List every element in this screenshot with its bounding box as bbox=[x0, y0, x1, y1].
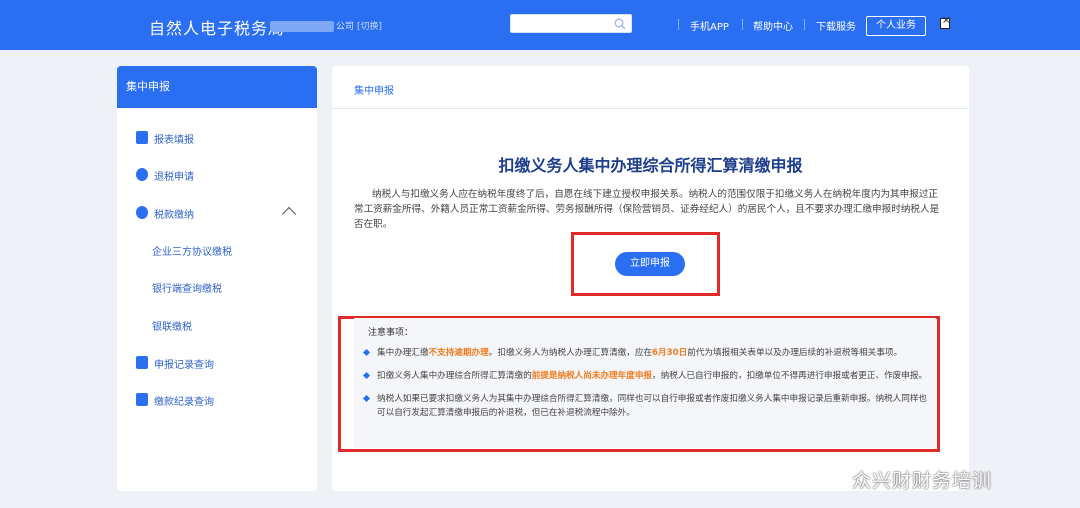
payment-record-icon bbox=[136, 393, 148, 406]
nav-divider bbox=[742, 19, 743, 30]
top-bar: 自然人电子税务局 公司 [切换] 手机APP 帮助中心 下载服务 个人业务 bbox=[0, 0, 1080, 50]
intro-text: 纳税人与扣缴义务人应在纳税年度终了后，自愿在线下建立授权申报关系。纳税人的范围仅… bbox=[354, 189, 940, 230]
payment-icon bbox=[136, 206, 148, 219]
company-name: 公司 [切换] bbox=[270, 19, 382, 32]
sidebar-item-form-filing[interactable]: 报表填报 bbox=[117, 128, 317, 148]
apply-now-button[interactable]: 立即申报 bbox=[615, 252, 685, 276]
switch-company-link[interactable]: [切换] bbox=[357, 22, 382, 32]
notes-panel: 注意事项： 集中办理汇缴不支持逾期办理。扣缴义务人为纳税人办理汇算清缴，应在6月… bbox=[354, 318, 936, 448]
bullet-icon bbox=[362, 371, 371, 380]
sidebar-item-label: 退税申请 bbox=[154, 172, 194, 183]
chevron-up-icon[interactable] bbox=[281, 206, 297, 222]
sidebar-subitem-unionpay[interactable]: 银联缴税 bbox=[152, 318, 192, 333]
sidebar-item-label: 申报记录查询 bbox=[154, 360, 214, 371]
redacted-company-name bbox=[270, 21, 334, 32]
note-item: 纳税人如果已要求扣缴义务人为其集中办理综合所得汇算清缴，同样也可以自行申报或者作… bbox=[362, 392, 934, 420]
search-input[interactable] bbox=[510, 14, 632, 33]
nav-help-center[interactable]: 帮助中心 bbox=[753, 18, 793, 33]
sidebar-subitem-bank-query[interactable]: 银行端查询缴税 bbox=[152, 280, 222, 295]
main-panel: 集中申报 扣缴义务人集中办理综合所得汇算清缴申报 纳税人与扣缴义务人应在纳税年度… bbox=[332, 66, 969, 491]
highlight-text: 不支持逾期办理 bbox=[428, 348, 489, 358]
weibo-logo-icon bbox=[822, 472, 847, 490]
sidebar-item-tax-payment[interactable]: 税款缴纳 bbox=[117, 203, 317, 223]
bullet-icon bbox=[362, 348, 371, 357]
nav-download[interactable]: 下载服务 bbox=[816, 18, 856, 33]
nav-divider bbox=[678, 19, 679, 30]
watermark-text: 众兴财财务培训 bbox=[852, 470, 993, 492]
highlight-text: 6月30日 bbox=[652, 348, 688, 358]
refund-icon bbox=[136, 168, 148, 181]
form-icon bbox=[136, 131, 148, 144]
logout-icon[interactable] bbox=[940, 15, 950, 29]
breadcrumb[interactable]: 集中申报 bbox=[354, 82, 394, 97]
sidebar: 集中申报 报表填报 退税申请 税款缴纳 企业三方协议缴税 银行端查询缴税 银联缴… bbox=[117, 66, 317, 491]
nav-divider bbox=[804, 19, 805, 30]
search-icon[interactable] bbox=[614, 18, 626, 30]
sidebar-heading[interactable]: 集中申报 bbox=[117, 66, 317, 108]
page-title: 扣缴义务人集中办理综合所得汇算清缴申报 bbox=[498, 156, 803, 175]
highlight-text: 前提是纳税人尚未办理年度申报 bbox=[531, 371, 653, 381]
sidebar-item-label: 缴款纪录查询 bbox=[154, 397, 214, 408]
note-item: 扣缴义务人集中办理综合所得汇算清缴的前提是纳税人尚未办理年度申报，纳税人已自行申… bbox=[362, 369, 934, 383]
notes-title: 注意事项： bbox=[368, 328, 414, 338]
note-item: 集中办理汇缴不支持逾期办理。扣缴义务人为纳税人办理汇算清缴，应在6月30日前代为… bbox=[362, 346, 934, 360]
sidebar-item-filing-records[interactable]: 申报记录查询 bbox=[117, 353, 317, 373]
record-search-icon bbox=[136, 356, 148, 369]
nav-mobile-app[interactable]: 手机APP bbox=[690, 18, 729, 33]
brand-title: 自然人电子税务局 bbox=[149, 19, 286, 38]
divider bbox=[332, 108, 969, 109]
sidebar-item-label: 报表填报 bbox=[154, 135, 194, 146]
sidebar-item-refund[interactable]: 退税申请 bbox=[117, 165, 317, 185]
sidebar-subitem-tripartite[interactable]: 企业三方协议缴税 bbox=[152, 243, 232, 258]
personal-business-button[interactable]: 个人业务 bbox=[866, 16, 926, 36]
sidebar-item-payment-records[interactable]: 缴款纪录查询 bbox=[117, 390, 317, 410]
bullet-icon bbox=[362, 394, 371, 403]
sidebar-item-label: 税款缴纳 bbox=[154, 210, 194, 221]
